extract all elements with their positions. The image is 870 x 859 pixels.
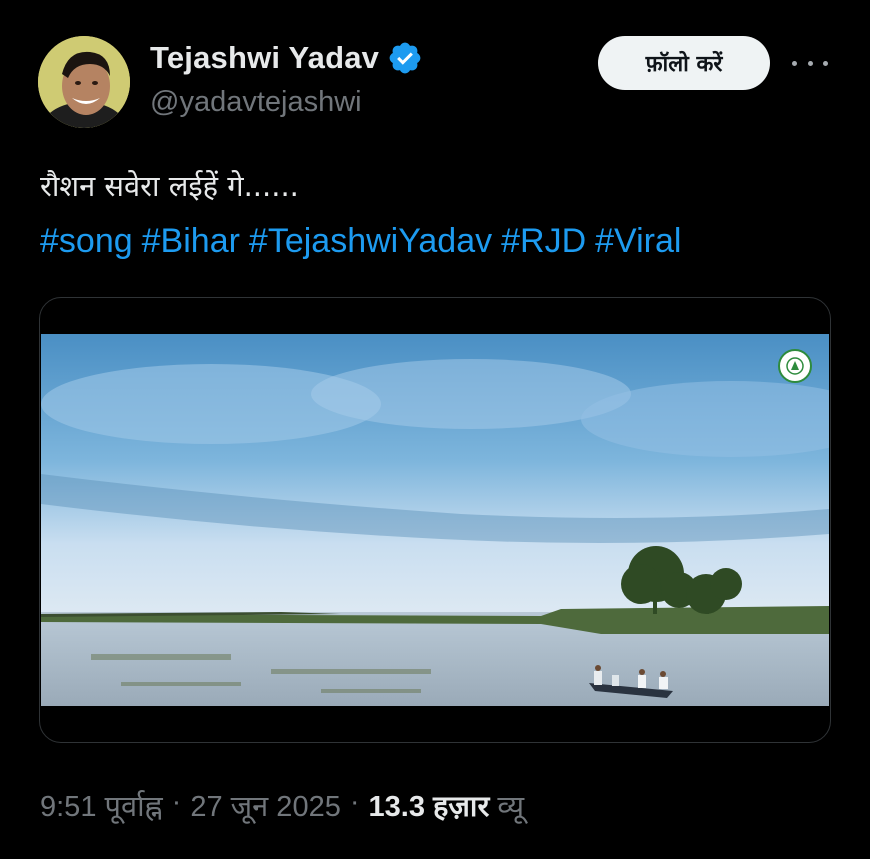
meta-separator: · (349, 786, 360, 818)
author-avatar[interactable] (38, 36, 130, 128)
hashtag-link[interactable]: #RJD (501, 222, 586, 261)
rjd-logo-icon (778, 349, 812, 383)
tweet-date[interactable]: 27 जून 2025 (190, 786, 341, 825)
hashtag-link[interactable]: #song (40, 222, 133, 261)
views-label: व्यू (497, 791, 525, 823)
meta-separator: · (171, 786, 182, 818)
hashtag-link[interactable]: #TejashwiYadav (249, 222, 492, 261)
author-display-name[interactable]: Tejashwi Yadav (150, 40, 379, 76)
follow-button[interactable]: फ़ॉलो करें (598, 36, 770, 90)
hashtag-list: #song #Bihar #TejashwiYadav #RJD #Viral (40, 222, 681, 261)
tweet-meta: 9:51 पूर्वाह्न · 27 जून 2025 · 13.3 हज़ा… (40, 786, 524, 825)
video-thumbnail[interactable] (41, 334, 829, 706)
more-horizontal-icon[interactable] (792, 50, 828, 76)
hashtag-link[interactable]: #Viral (595, 222, 681, 261)
verified-badge-icon (387, 40, 423, 76)
author-name-row: Tejashwi Yadav (150, 40, 423, 76)
views-unit: हज़ार (433, 791, 490, 823)
video-card[interactable] (39, 297, 831, 743)
tweet-text: रौशन सवेरा लईहें गे...... (40, 169, 299, 203)
hashtag-link[interactable]: #Bihar (142, 222, 240, 261)
views-count: 13.3 (368, 791, 425, 823)
author-handle[interactable]: @yadavtejashwi (150, 86, 362, 119)
tweet-time[interactable]: 9:51 पूर्वाह्न (40, 786, 163, 825)
